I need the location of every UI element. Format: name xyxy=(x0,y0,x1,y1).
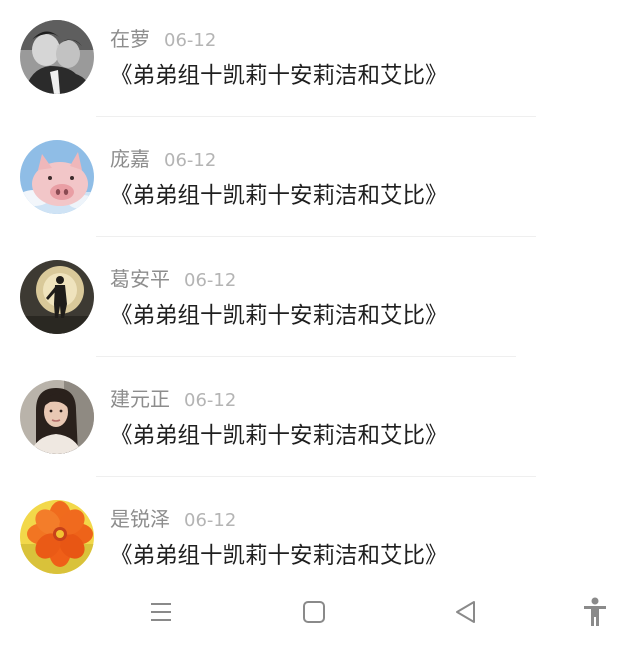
username[interactable]: 葛安平 xyxy=(110,267,170,291)
back-button[interactable] xyxy=(436,580,496,644)
divider xyxy=(96,356,516,357)
system-navigation-bar xyxy=(0,580,640,652)
avatar[interactable] xyxy=(20,500,94,574)
back-icon xyxy=(456,601,475,623)
username[interactable]: 建元正 xyxy=(110,387,170,411)
comment-text: 《弟弟组十凯莉十安莉洁和艾比》 xyxy=(110,63,448,89)
woman-portrait-image xyxy=(20,380,94,454)
comment-text: 《弟弟组十凯莉十安莉洁和艾比》 xyxy=(110,543,448,569)
comment-meta: 是锐泽 06-12 xyxy=(110,504,236,534)
menu-button[interactable] xyxy=(131,580,191,644)
comment-text: 《弟弟组十凯莉十安莉洁和艾比》 xyxy=(110,423,448,449)
home-icon xyxy=(303,601,325,623)
comment-date: 06-12 xyxy=(184,270,237,291)
black-and-white-portrait-image xyxy=(20,20,94,94)
comment-date: 06-12 xyxy=(184,510,237,531)
avatar[interactable] xyxy=(20,20,94,94)
comment-meta: 庞嘉 06-12 xyxy=(110,144,216,174)
comment-meta: 在萝 06-12 xyxy=(110,24,216,54)
username[interactable]: 是锐泽 xyxy=(110,507,170,531)
comment-text: 《弟弟组十凯莉十安莉洁和艾比》 xyxy=(110,183,448,209)
divider xyxy=(96,236,536,237)
comment-item[interactable]: 建元正 06-12 《弟弟组十凯莉十安莉洁和艾比》 xyxy=(0,360,640,480)
comment-meta: 建元正 06-12 xyxy=(110,384,236,414)
username[interactable]: 在萝 xyxy=(110,27,150,51)
avatar[interactable] xyxy=(20,260,94,334)
avatar[interactable] xyxy=(20,380,94,454)
home-button[interactable] xyxy=(284,580,344,644)
accessibility-icon xyxy=(584,597,606,626)
comment-text: 《弟弟组十凯莉十安莉洁和艾比》 xyxy=(110,303,448,329)
comment-date: 06-12 xyxy=(164,150,217,171)
orange-flower-image xyxy=(20,500,94,574)
silhouette-against-moon-image xyxy=(20,260,94,334)
divider xyxy=(96,476,536,477)
comment-item[interactable]: 庞嘉 06-12 《弟弟组十凯莉十安莉洁和艾比》 xyxy=(0,120,640,240)
comment-date: 06-12 xyxy=(184,390,237,411)
divider xyxy=(96,116,536,117)
accessibility-button[interactable] xyxy=(565,580,625,644)
avatar[interactable] xyxy=(20,140,94,214)
comment-item[interactable]: 葛安平 06-12 《弟弟组十凯莉十安莉洁和艾比》 xyxy=(0,240,640,360)
menu-icon xyxy=(151,603,171,621)
username[interactable]: 庞嘉 xyxy=(110,147,150,171)
comment-date: 06-12 xyxy=(164,30,217,51)
comment-item[interactable]: 在萝 06-12 《弟弟组十凯莉十安莉洁和艾比》 xyxy=(0,0,640,120)
pig-in-sky-image xyxy=(20,140,94,214)
comment-meta: 葛安平 06-12 xyxy=(110,264,236,294)
